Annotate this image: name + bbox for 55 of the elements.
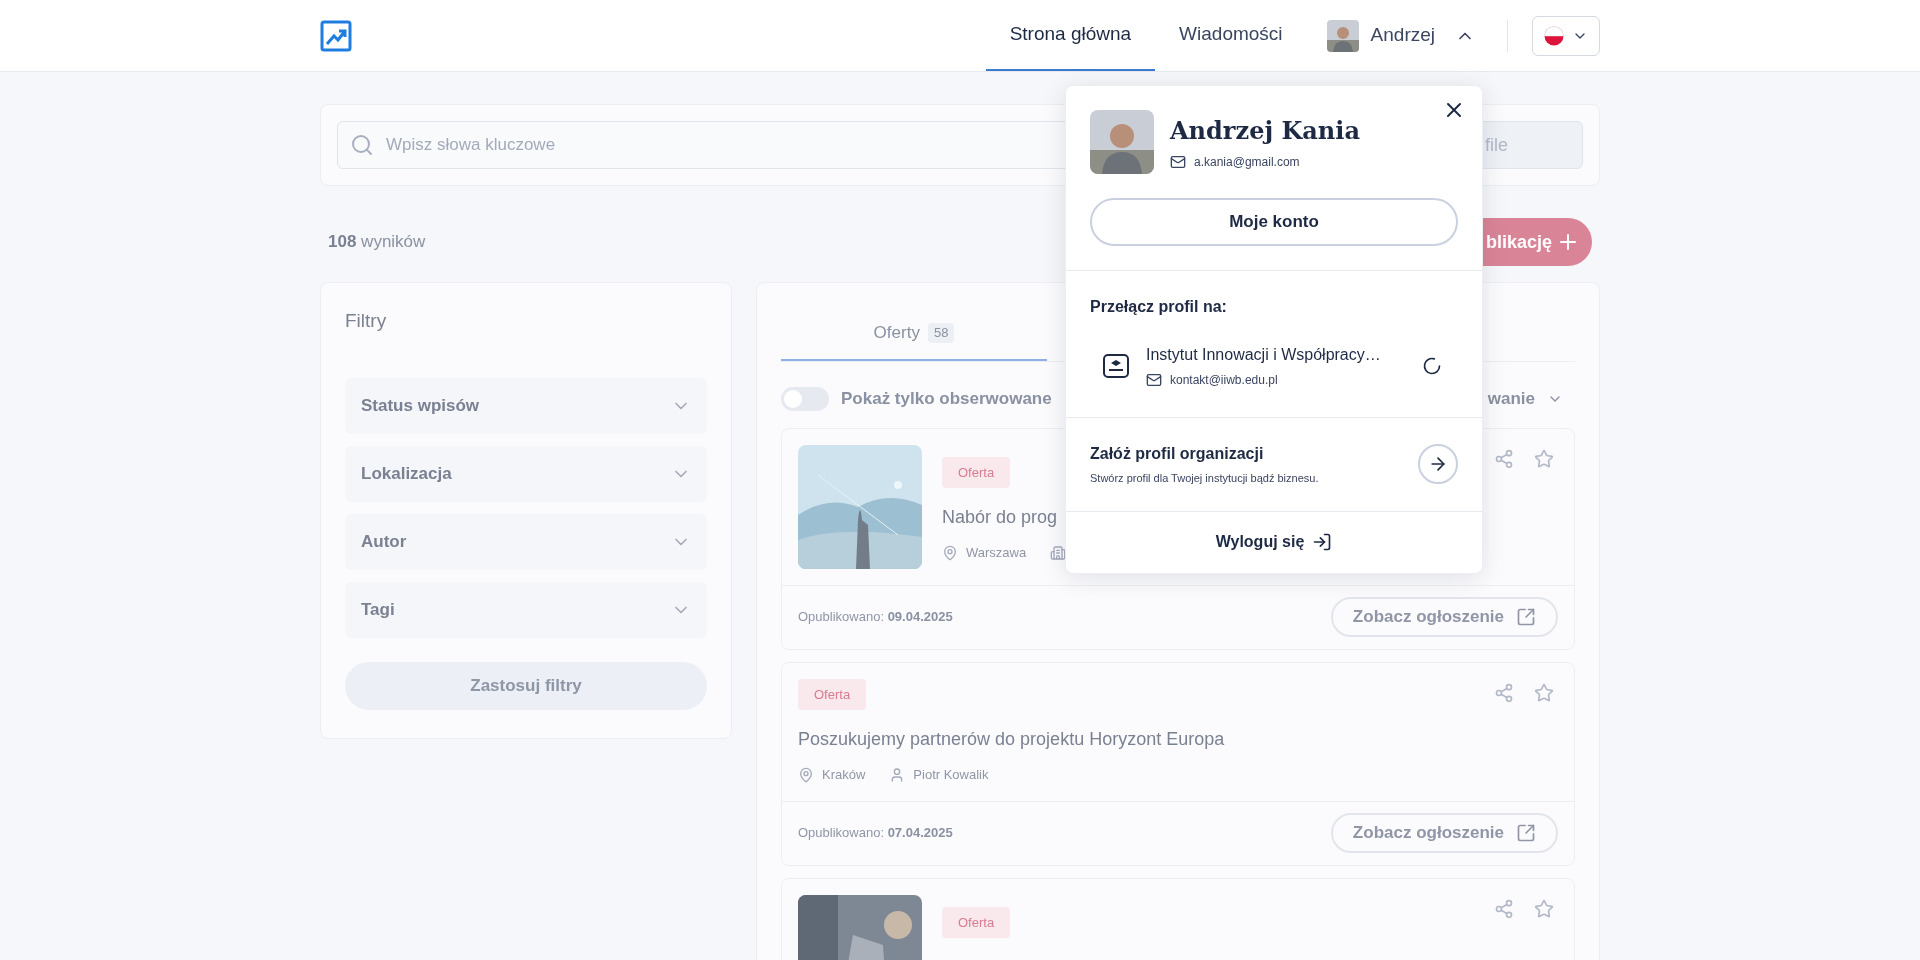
view-offer-button[interactable]: Zobacz ogłoszenie <box>1330 597 1558 637</box>
filter-dropdown[interactable]: Lokalizacja <box>345 445 707 502</box>
create-organization-subtitle: Stwórz profil dla Twojej instytucji bądź biznesu. <box>1090 471 1319 486</box>
profile-option[interactable]: Instytut Innowacji i Współpracy… kontakt@iiwb.edu.pl <box>1090 331 1458 401</box>
location-pin-icon <box>798 766 814 783</box>
sort-dropdown[interactable]: wanie <box>1487 386 1563 412</box>
view-offer-button[interactable]: Zobacz ogłoszenie <box>1330 813 1558 853</box>
external-link-icon <box>1516 607 1536 627</box>
logout-button[interactable]: Wyloguj się <box>1215 530 1333 554</box>
building-icon <box>1050 544 1067 561</box>
share-icon[interactable] <box>1494 448 1514 469</box>
flag-icon <box>1544 25 1564 46</box>
filters-title: Filtry <box>345 309 388 333</box>
organization-logo-icon <box>1102 352 1130 380</box>
star-icon[interactable] <box>1534 448 1554 469</box>
toggle-switch[interactable] <box>781 386 829 411</box>
organization-name: Instytut Innowacji i Współpracy… <box>1146 345 1382 365</box>
language-button[interactable] <box>1532 15 1600 56</box>
offer-tag: Oferta <box>942 906 1011 938</box>
my-account-button[interactable]: Moje konto <box>1090 198 1458 246</box>
count-badge: 58 <box>927 323 955 343</box>
meta-text: Warszawa <box>966 544 1027 562</box>
meta-text: Kraków <box>822 766 866 784</box>
results-count: 108 wyników <box>328 231 426 254</box>
filter-dropdown[interactable]: Tagi <box>345 581 707 638</box>
location-pin-icon <box>942 544 958 561</box>
offer-tag: Oferta <box>942 456 1011 488</box>
nav-link[interactable]: Wiadomości <box>1155 0 1307 71</box>
mail-icon <box>1146 372 1162 388</box>
profile-email: a.kania@gmail.com <box>1194 154 1300 171</box>
user-menu-button[interactable]: Andrzej <box>1318 0 1483 71</box>
organization-email: kontakt@iiwb.edu.pl <box>1170 372 1278 389</box>
offer-tag: Oferta <box>798 678 867 710</box>
tab[interactable]: Oferty 58 <box>781 307 1047 361</box>
filter-dropdown[interactable]: Status wpisów <box>345 377 707 434</box>
logo-icon[interactable] <box>320 19 352 52</box>
filter-dropdown[interactable]: Autor <box>345 513 707 570</box>
create-organization-title: Załóż profil organizacji <box>1090 444 1265 464</box>
search-icon <box>350 133 374 157</box>
star-icon[interactable] <box>1534 682 1554 703</box>
mail-icon <box>1170 154 1186 170</box>
share-icon[interactable] <box>1494 682 1514 703</box>
external-link-icon <box>1516 823 1536 843</box>
nav-link[interactable]: Strona główna <box>985 0 1156 71</box>
star-icon[interactable] <box>1534 898 1554 919</box>
create-organization-button[interactable] <box>1418 444 1458 485</box>
meta-text: Piotr Kowalik <box>913 766 989 784</box>
published-date: Opublikowano: 09.04.2025 <box>798 608 953 627</box>
logout-icon <box>1312 532 1333 552</box>
toggle-label: Pokaż tylko obserwowane <box>841 388 1052 410</box>
switch-profile-label: Przełącz profil na: <box>1090 297 1228 317</box>
offer-title[interactable]: Nabór do prog <box>942 504 1058 531</box>
offer-title[interactable]: Poszukujemy partnerów do projektu Horyzont Europa <box>798 726 1225 753</box>
share-icon[interactable] <box>1494 898 1514 919</box>
published-date: Opublikowano: 07.04.2025 <box>798 824 953 843</box>
